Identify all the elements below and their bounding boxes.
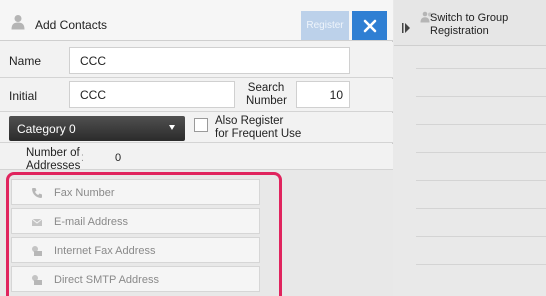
contact-icon <box>11 15 25 30</box>
frequent-use-checkbox[interactable] <box>194 118 208 132</box>
add-contacts-panel: Add Contacts Register Name CCC Initial C… <box>0 0 393 296</box>
switch-label-line2: Registration <box>430 25 489 37</box>
frequent-use-label[interactable]: Also Register for Frequent Use <box>215 115 301 141</box>
close-icon <box>363 19 376 32</box>
category-select[interactable]: Category 0 <box>9 116 185 141</box>
initial-row: Initial CCC Search Number 10 <box>0 79 393 112</box>
side-panel: Switch to Group Registration <box>394 0 546 296</box>
title-bar: Add Contacts Register <box>0 0 393 41</box>
initial-label: Initial <box>9 89 38 103</box>
name-label: Name <box>9 54 42 68</box>
initial-field[interactable]: CCC <box>69 81 235 108</box>
divider <box>416 236 546 237</box>
highlight-frame <box>6 172 282 296</box>
switch-to-group-registration-button[interactable]: Switch to Group Registration <box>394 0 546 46</box>
search-number-field[interactable]: 10 <box>296 81 350 108</box>
divider <box>416 152 546 153</box>
chevron-down-icon <box>169 125 175 130</box>
frequent-use-label-line1: Also Register <box>215 115 284 127</box>
number-of-addresses-line1: Number of <box>26 147 80 159</box>
category-value: Category 0 <box>17 121 76 136</box>
name-row: Name CCC <box>0 42 393 78</box>
divider <box>416 68 546 69</box>
divider <box>416 208 546 209</box>
search-number-label-line2: Number <box>246 95 287 107</box>
page-title: Add Contacts <box>35 18 108 32</box>
switch-label-line1: Switch to Group <box>430 12 509 24</box>
divider <box>416 96 546 97</box>
number-of-addresses-value: 0 <box>115 152 122 164</box>
search-number-value: 10 <box>329 87 343 102</box>
name-value: CCC <box>80 53 106 68</box>
name-field[interactable]: CCC <box>69 47 350 74</box>
search-number-label-line1: Search <box>247 82 285 94</box>
frequent-use-label-line2: for Frequent Use <box>215 128 302 140</box>
initial-value: CCC <box>80 87 106 102</box>
register-button[interactable]: Register <box>301 11 349 40</box>
expand-arrow-icon <box>402 23 410 33</box>
close-button[interactable] <box>352 11 387 40</box>
divider <box>416 124 546 125</box>
divider <box>416 264 546 265</box>
search-number-label: Search Number <box>246 82 287 108</box>
separator-colon-icon: ⁚ <box>81 153 84 163</box>
switch-to-group-registration-label: Switch to Group Registration <box>430 12 508 38</box>
divider <box>416 180 546 181</box>
